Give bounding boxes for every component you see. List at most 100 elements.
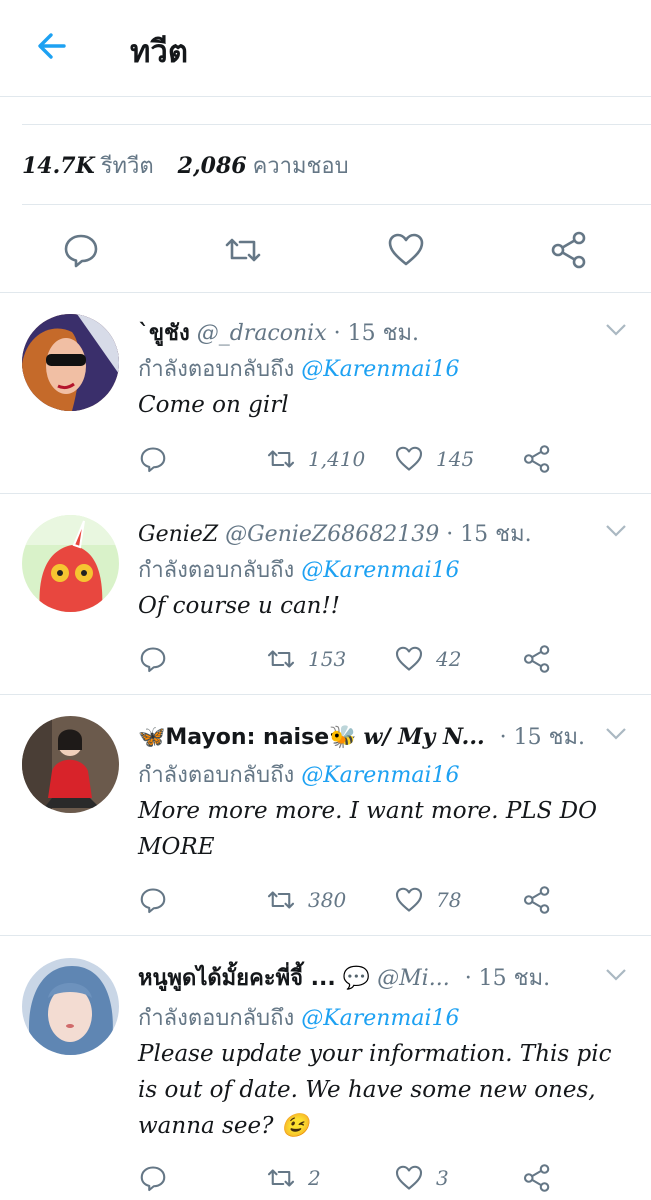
reply-icon[interactable] [61,230,101,270]
retweet-icon [267,891,295,909]
retweet-count: 1,410 [308,447,366,471]
share-button[interactable] [522,642,552,676]
tweet-stats: 14.7K รีทวีต 2,086 ความชอบ [22,148,349,183]
retweet-button[interactable]: 1,410 [266,442,365,476]
retweets-count[interactable]: 14.7K [22,153,95,179]
retweet-icon [267,650,295,668]
retweet-count: 153 [308,647,347,671]
replying-to-label: กำลังตอบกลับถึง [138,1006,295,1031]
likes-count[interactable]: 2,086 [178,153,247,179]
display-name[interactable]: หนูพูดได้มั้ยคะพี่จี้ ... [138,966,336,991]
reply-icon [140,888,166,914]
reply-text: More more more. I want more. PLS DO MORE [138,798,597,860]
reply-item[interactable]: GenieZ @GenieZ68682139 · 15 ชม. กำลังตอบ… [0,494,651,695]
like-button[interactable]: 145 [394,442,474,476]
avatar[interactable] [22,314,119,411]
like-count: 3 [436,1166,449,1190]
like-icon [395,1165,423,1190]
bee-emoji: 🐝 [329,725,357,750]
share-icon [523,1164,550,1192]
display-name[interactable]: Mayon [165,725,246,750]
divider [22,124,651,125]
reply-actions: 2 3 [138,1161,618,1195]
share-icon [523,645,550,673]
reply-item[interactable]: `ขูชัง @_draconix · 15 ชม. กำลังตอบกลับถ… [0,293,651,494]
reply-item[interactable]: หนูพูดได้มั้ยคะพี่จี้ ... 💬 @Mi... · 15 … [0,936,651,1200]
reply-actions: 153 42 [138,642,618,676]
reply-button[interactable] [138,1161,168,1195]
user-handle[interactable]: @Mi... [377,966,450,991]
replying-to-label: กำลังตอบกลับถึง [138,763,295,788]
chevron-down-icon[interactable] [605,727,627,741]
retweet-button[interactable]: 153 [266,642,346,676]
reply-button[interactable] [138,642,168,676]
chevron-down-icon[interactable] [605,524,627,538]
reply-icon [140,647,166,673]
user-handle[interactable]: @GenieZ68682139 [225,522,439,547]
like-icon[interactable] [386,230,426,270]
reply-item[interactable]: 🦋Mayon: naise🐝 w/ My N... · 15 ชม. กำลัง… [0,695,651,936]
chevron-down-icon[interactable] [605,323,627,337]
display-name[interactable]: GenieZ [138,522,218,547]
timestamp: · 15 ชม. [499,725,586,750]
like-count: 78 [436,888,462,912]
avatar[interactable] [22,716,119,813]
top-bar: ทวีต [0,0,651,97]
share-button[interactable] [522,442,552,476]
retweet-button[interactable]: 2 [266,1161,321,1195]
retweets-label[interactable]: รีทวีต [101,154,154,179]
avatar[interactable] [22,958,119,1055]
like-icon [395,646,423,671]
user-handle[interactable]: w/ My N... [364,724,485,750]
avatar-image [22,515,119,612]
reply-icon [140,1166,166,1192]
replying-to: กำลังตอบกลับถึง @Karenmai16 [138,351,459,386]
share-icon [523,445,550,473]
avatar-image [22,716,119,813]
retweet-icon[interactable] [223,230,263,270]
share-button[interactable] [522,1161,552,1195]
like-icon [395,887,423,912]
replying-to-label: กำลังตอบกลับถึง [138,357,295,382]
replying-to: กำลังตอบกลับถึง @Karenmai16 [138,552,459,587]
like-count: 145 [436,447,475,471]
retweet-count: 380 [308,888,347,912]
chevron-down-icon[interactable] [605,968,627,982]
share-icon[interactable] [549,230,589,270]
share-button[interactable] [522,883,552,917]
like-button[interactable]: 3 [394,1161,449,1195]
retweet-icon [267,450,295,468]
reply-text: Of course u can!! [138,593,340,619]
like-count: 42 [436,647,462,671]
display-name[interactable]: `ขูชัง [138,320,190,346]
like-icon [395,446,423,471]
display-name-suffix[interactable]: : naise [247,725,330,750]
retweet-count: 2 [308,1166,321,1190]
timestamp: · 15 ชม. [464,966,551,991]
reply-text: Please update your information. This pic… [138,1041,612,1139]
avatar[interactable] [22,515,119,612]
reply-button[interactable] [138,883,168,917]
replying-to-label: กำลังตอบกลับถึง [138,558,295,583]
likes-label[interactable]: ความชอบ [253,154,349,179]
mention-link[interactable]: @Karenmai16 [301,357,459,382]
reply-header: `ขูชัง @_draconix · 15 ชม. [138,315,419,350]
butterfly-emoji: 🦋 [138,725,166,750]
timestamp: · 15 ชม. [333,321,420,346]
reply-button[interactable] [138,442,168,476]
mention-link[interactable]: @Karenmai16 [301,558,459,583]
user-handle[interactable]: @_draconix [197,321,327,346]
like-button[interactable]: 78 [394,883,461,917]
mention-link[interactable]: @Karenmai16 [301,763,459,788]
mention-link[interactable]: @Karenmai16 [301,1006,459,1031]
like-button[interactable]: 42 [394,642,461,676]
retweet-button[interactable]: 380 [266,883,346,917]
reply-header: GenieZ @GenieZ68682139 · 15 ชม. [138,516,532,551]
avatar-image [22,958,119,1055]
back-arrow-icon[interactable] [34,28,70,64]
reply-icon [140,447,166,473]
speech-bubble-emoji: 💬 [342,966,371,991]
divider [22,204,651,205]
timestamp: · 15 ชม. [446,522,532,547]
reply-text: Come on girl [138,392,289,418]
